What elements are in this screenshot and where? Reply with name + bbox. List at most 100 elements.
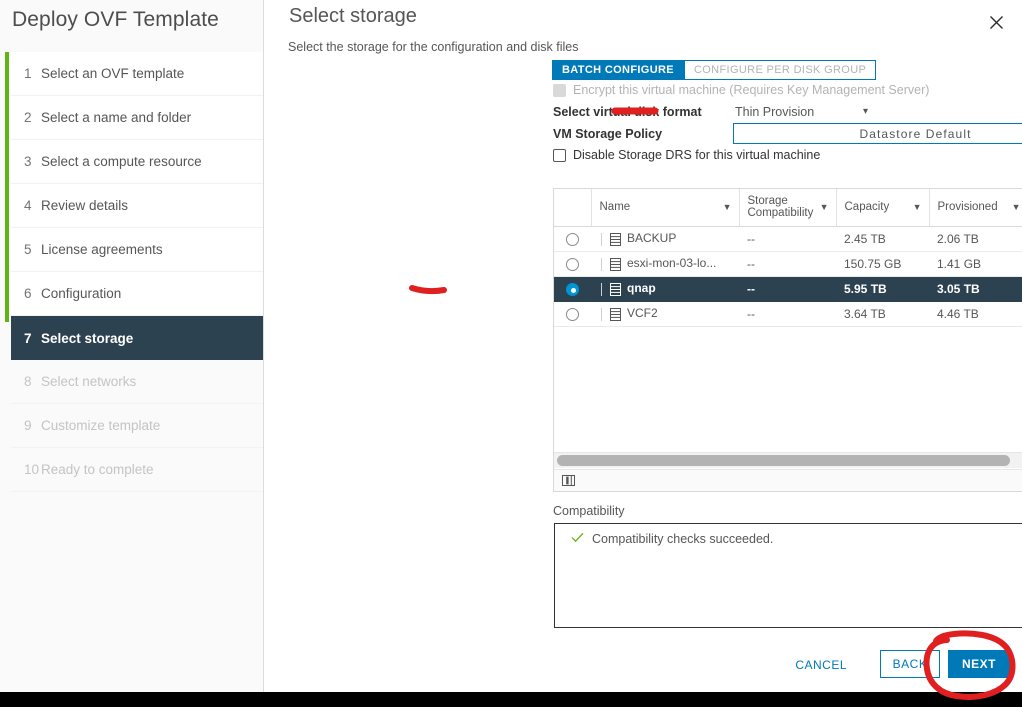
disk-format-select[interactable]: Thin Provision ▾ bbox=[733, 102, 870, 124]
row-select-cell[interactable] bbox=[554, 251, 591, 277]
step-number: 6 bbox=[24, 286, 32, 301]
chevron-down-icon: ▾ bbox=[862, 106, 868, 117]
step-label: Ready to complete bbox=[41, 462, 154, 477]
disk-format-label: Select virtual disk format bbox=[553, 105, 702, 119]
row-radio-button[interactable] bbox=[566, 282, 579, 296]
row-select-cell[interactable] bbox=[554, 226, 591, 252]
column-header-label: Name bbox=[599, 201, 631, 214]
sidebar-step-review-details[interactable]: 4 Review details bbox=[11, 184, 263, 228]
step-label: Select networks bbox=[41, 374, 137, 389]
step-label: Select storage bbox=[41, 330, 134, 346]
row-radio-button[interactable] bbox=[566, 232, 579, 246]
filter-icon[interactable]: ▼ bbox=[723, 202, 732, 212]
column-header-capacity[interactable]: Capacity ▼ bbox=[836, 189, 930, 227]
step-label: Review details bbox=[41, 198, 129, 213]
cancel-button[interactable]: CANCEL bbox=[785, 652, 857, 678]
panel-subtitle: Select the storage for the configuration… bbox=[288, 40, 579, 54]
horizontal-scrollbar[interactable] bbox=[554, 452, 1022, 468]
cell-value: 2.06 TB bbox=[937, 231, 979, 246]
column-picker-icon[interactable] bbox=[562, 475, 575, 486]
compatibility-message: Compatibility checks succeeded. bbox=[592, 532, 774, 546]
sidebar-step-select-a-name-and-folder[interactable]: 2 Select a name and folder bbox=[11, 96, 263, 140]
row-divider bbox=[601, 282, 602, 296]
compatibility-label: Compatibility bbox=[553, 504, 625, 518]
row-divider bbox=[601, 232, 602, 246]
table-footer: 4 items bbox=[554, 469, 1022, 491]
step-label: Select a compute resource bbox=[41, 154, 202, 169]
select-storage-panel: Select storage Select the storage for th… bbox=[265, 0, 1022, 692]
cell-storcompat: -- bbox=[739, 276, 836, 302]
configure-mode-toggle: BATCH CONFIGURE CONFIGURE PER DISK GROUP bbox=[552, 60, 877, 80]
row-select-cell[interactable] bbox=[554, 301, 591, 327]
column-header-label: Provisioned bbox=[937, 201, 998, 214]
datastore-icon bbox=[610, 257, 621, 271]
cell-value: 150.75 GB bbox=[844, 256, 902, 271]
sidebar-step-configuration[interactable]: 6 Configuration bbox=[11, 272, 263, 316]
sidebar-step-select-a-compute-resource[interactable]: 3 Select a compute resource bbox=[11, 140, 263, 184]
row-select-cell[interactable] bbox=[554, 276, 591, 302]
table-row[interactable]: qnap--5.95 TB3.05 TB4.93 TBNFS v3 bbox=[554, 276, 1022, 302]
filter-icon[interactable]: ▼ bbox=[820, 202, 829, 212]
cell-name: esxi-mon-03-lo... bbox=[591, 251, 739, 277]
sidebar-step-ready-to-complete: 10 Ready to complete bbox=[11, 448, 263, 492]
row-divider bbox=[601, 257, 602, 271]
disable-storage-drs-checkbox[interactable] bbox=[553, 148, 566, 162]
column-header-radio[interactable] bbox=[554, 189, 592, 227]
table-row[interactable]: BACKUP--2.45 TB2.06 TB2.25 TBVMFS 6 bbox=[554, 226, 1022, 252]
sidebar-step-select-an-ovf-template[interactable]: 1 Select an OVF template bbox=[11, 52, 263, 96]
sidebar-step-select-storage[interactable]: 7 Select storage bbox=[11, 316, 263, 360]
step-number: 7 bbox=[24, 330, 32, 346]
row-radio-button[interactable] bbox=[566, 307, 579, 321]
filter-icon[interactable]: ▼ bbox=[913, 202, 922, 212]
cell-value: -- bbox=[747, 256, 755, 271]
back-button[interactable]: BACK bbox=[880, 650, 940, 678]
next-button[interactable]: NEXT bbox=[948, 650, 1010, 678]
sidebar-step-customize-template: 9 Customize template bbox=[11, 404, 263, 448]
vm-storage-policy-label: VM Storage Policy bbox=[553, 127, 663, 141]
page-title: Select storage bbox=[289, 5, 417, 27]
cell-provisioned: 1.41 GB bbox=[929, 251, 1022, 277]
sidebar-step-select-networks: 8 Select networks bbox=[11, 360, 263, 404]
datastore-name: qnap bbox=[627, 281, 656, 296]
compatibility-message-row: Compatibility checks succeeded. bbox=[571, 532, 773, 546]
row-radio-button[interactable] bbox=[566, 257, 579, 271]
step-number: 9 bbox=[24, 418, 32, 433]
cell-capacity: 2.45 TB bbox=[836, 226, 929, 252]
column-header-provisioned[interactable]: Provisioned ▼ bbox=[929, 189, 1022, 227]
column-header-name[interactable]: Name ▼ bbox=[591, 189, 740, 227]
datastore-table: Name ▼ Storage Compatibility ▼ Capacity ▼ Prov… bbox=[553, 188, 1022, 492]
datastore-name: esxi-mon-03-lo... bbox=[627, 256, 717, 271]
filter-icon[interactable]: ▼ bbox=[1012, 202, 1021, 212]
disable-storage-drs-row[interactable]: Disable Storage DRS for this virtual mac… bbox=[553, 148, 820, 162]
wizard-title: Deploy OVF Template bbox=[12, 8, 219, 31]
wizard-step-list: 1 Select an OVF template 2 Select a name an… bbox=[0, 52, 264, 492]
cell-value: -- bbox=[747, 306, 755, 321]
cell-value: 3.64 TB bbox=[844, 306, 886, 321]
datastore-icon bbox=[610, 307, 621, 321]
cell-storcompat: -- bbox=[739, 251, 836, 277]
table-row[interactable]: esxi-mon-03-lo...--150.75 GB1.41 GB149.3… bbox=[554, 251, 1022, 277]
step-label: Configuration bbox=[41, 286, 122, 301]
vm-storage-policy-select[interactable]: Datastore Default ▾ bbox=[733, 123, 1022, 144]
datastore-icon bbox=[610, 282, 621, 296]
close-icon[interactable] bbox=[984, 10, 1008, 34]
tab-batch-configure[interactable]: BATCH CONFIGURE bbox=[552, 60, 684, 80]
disk-format-value: Thin Provision bbox=[735, 104, 815, 119]
datastore-icon bbox=[610, 232, 621, 246]
datastore-name: BACKUP bbox=[627, 231, 677, 246]
column-header-label: Capacity bbox=[844, 201, 890, 214]
encrypt-vm-row: Encrypt this virtual machine (Requires K… bbox=[553, 83, 929, 97]
column-header-storcompat[interactable]: Storage Compatibility ▼ bbox=[739, 189, 837, 227]
datastore-name: VCF2 bbox=[627, 306, 658, 321]
tab-configure-per-disk-group[interactable]: CONFIGURE PER DISK GROUP bbox=[683, 60, 877, 80]
bottom-black-bar bbox=[0, 692, 1022, 707]
horizontal-scrollbar-thumb[interactable] bbox=[557, 455, 1010, 466]
sidebar-step-license-agreements[interactable]: 5 License agreements bbox=[11, 228, 263, 272]
cell-storcompat: -- bbox=[739, 301, 836, 327]
cell-capacity: 5.95 TB bbox=[836, 276, 929, 302]
cell-provisioned: 2.06 TB bbox=[929, 226, 1022, 252]
step-label: Select an OVF template bbox=[41, 66, 185, 81]
table-row[interactable]: VCF2--3.64 TB4.46 TB2.27 TBVMFS 6 bbox=[554, 301, 1022, 327]
table-body: BACKUP--2.45 TB2.06 TB2.25 TBVMFS 6esxi-… bbox=[554, 226, 1022, 486]
step-number: 3 bbox=[24, 154, 32, 169]
